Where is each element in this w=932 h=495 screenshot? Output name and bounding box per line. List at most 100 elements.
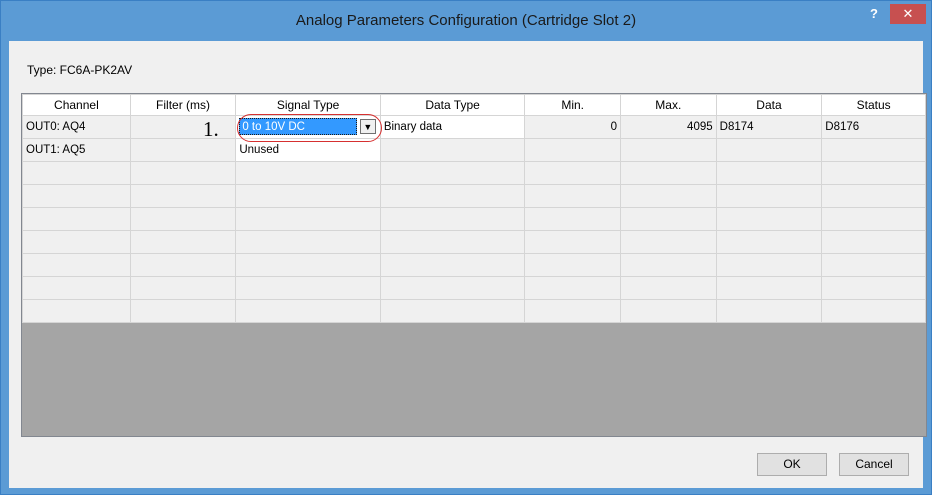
cell-channel: OUT0: AQ4 [22, 115, 131, 139]
empty-cell [821, 276, 926, 300]
cell-status [821, 138, 926, 162]
empty-cell [235, 230, 381, 254]
empty-cell [235, 184, 381, 208]
column-header-min[interactable]: Min. [524, 94, 621, 116]
empty-cell [22, 276, 131, 300]
empty-cell [524, 184, 621, 208]
empty-cell [379, 207, 526, 231]
empty-cell [235, 253, 381, 277]
empty-cell [715, 253, 823, 277]
column-header-max[interactable]: Max. [619, 94, 717, 116]
empty-row [22, 276, 926, 300]
dialog-body: Type: FC6A-PK2AV Channel Filter (ms) Sig… [9, 41, 927, 488]
empty-cell [379, 253, 526, 277]
column-header-data-type[interactable]: Data Type [379, 94, 526, 116]
empty-cell [379, 299, 526, 323]
cell-data-type [379, 138, 526, 162]
table-row: OUT0: AQ4 0 to 10V DC ▼ Binary data 0 40… [22, 115, 926, 139]
empty-cell [619, 207, 717, 231]
column-header-data[interactable]: Data [715, 94, 823, 116]
empty-cell [715, 161, 823, 185]
empty-cell [235, 207, 381, 231]
empty-row [22, 161, 926, 185]
empty-cell [235, 276, 381, 300]
empty-cell [821, 299, 926, 323]
type-label: Type: FC6A-PK2AV [27, 63, 133, 77]
empty-cell [821, 184, 926, 208]
empty-cell [619, 253, 717, 277]
cell-max [619, 138, 717, 162]
cell-min: 0 [524, 115, 621, 139]
empty-cell [821, 207, 926, 231]
empty-cell [715, 207, 823, 231]
empty-cell [22, 207, 131, 231]
cell-max: 4095 [619, 115, 717, 139]
empty-cell [524, 230, 621, 254]
help-icon[interactable]: ? [863, 5, 885, 23]
empty-cell [524, 161, 621, 185]
step-annotation-number: 1. [203, 117, 219, 141]
cell-data [715, 138, 823, 162]
empty-cell [379, 230, 526, 254]
empty-cell [235, 161, 381, 185]
empty-row [22, 299, 926, 323]
empty-cell [524, 253, 621, 277]
empty-cell [235, 299, 381, 323]
column-header-channel[interactable]: Channel [22, 94, 131, 116]
column-header-signal-type[interactable]: Signal Type [235, 94, 381, 116]
cell-data: D8174 [715, 115, 823, 139]
header-row: Channel Filter (ms) Signal Type Data Typ… [22, 94, 926, 116]
parameters-grid: Channel Filter (ms) Signal Type Data Typ… [21, 93, 927, 437]
table-row: OUT1: AQ5 Unused [22, 138, 926, 162]
empty-cell [715, 276, 823, 300]
empty-cell [22, 161, 131, 185]
empty-cell [821, 230, 926, 254]
empty-cell [715, 299, 823, 323]
title-bar[interactable]: Analog Parameters Configuration (Cartrid… [1, 1, 931, 41]
empty-cell [524, 299, 621, 323]
empty-cell [821, 161, 926, 185]
empty-row [22, 230, 926, 254]
empty-cell [129, 207, 237, 231]
empty-cell [22, 253, 131, 277]
empty-cell [715, 230, 823, 254]
cell-data-type[interactable]: Binary data [379, 115, 526, 139]
dialog-title: Analog Parameters Configuration (Cartrid… [295, 12, 637, 29]
empty-cell [619, 276, 717, 300]
cell-filter [129, 138, 237, 162]
empty-cell [129, 161, 237, 185]
annotation-highlight-ring [237, 114, 382, 142]
empty-cell [715, 184, 823, 208]
empty-cell [129, 276, 237, 300]
empty-cell [619, 230, 717, 254]
empty-cell [22, 299, 131, 323]
cell-channel: OUT1: AQ5 [22, 138, 131, 162]
empty-cell [129, 253, 237, 277]
empty-row [22, 184, 926, 208]
empty-cell [619, 161, 717, 185]
close-button[interactable]: ✕ [890, 4, 926, 24]
cell-status: D8176 [821, 115, 926, 139]
ok-button[interactable]: OK [757, 453, 827, 476]
empty-cell [129, 184, 237, 208]
empty-cell [379, 184, 526, 208]
empty-cell [524, 276, 621, 300]
column-header-filter[interactable]: Filter (ms) [129, 94, 237, 116]
empty-cell [379, 276, 526, 300]
empty-cell [129, 230, 237, 254]
column-header-status[interactable]: Status [821, 94, 926, 116]
empty-cell [129, 299, 237, 323]
empty-cell [619, 299, 717, 323]
empty-cell [379, 161, 526, 185]
cell-filter[interactable] [129, 115, 237, 139]
empty-cell [22, 184, 131, 208]
empty-cell [524, 207, 621, 231]
cell-min [524, 138, 621, 162]
empty-cell [821, 253, 926, 277]
empty-row [22, 207, 926, 231]
dialog-window: Analog Parameters Configuration (Cartrid… [0, 0, 932, 495]
empty-cell [22, 230, 131, 254]
empty-row [22, 253, 926, 277]
cancel-button[interactable]: Cancel [839, 453, 909, 476]
parameters-table: Channel Filter (ms) Signal Type Data Typ… [22, 94, 926, 323]
